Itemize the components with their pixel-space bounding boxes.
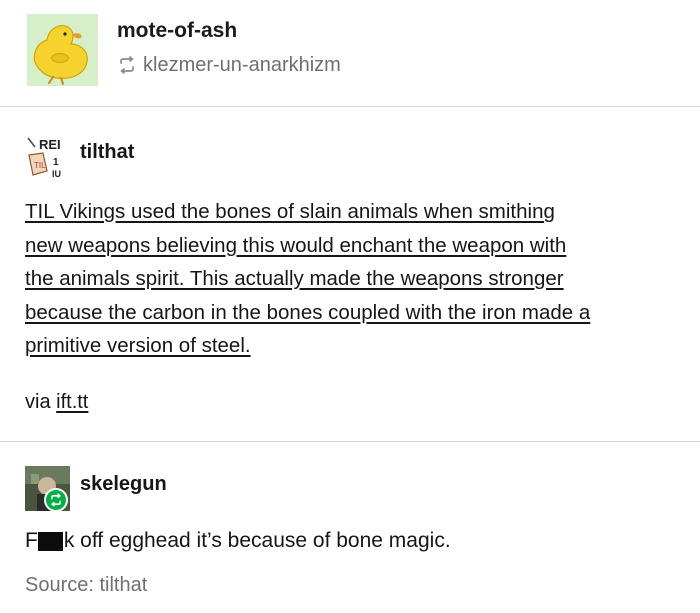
reblogged-from-username[interactable]: klezmer-un-anarkhizm [143,53,341,77]
post-header: mote-of-ash klezmer-un-anarkhizm [0,0,700,106]
til-text-line[interactable]: primitive version of steel. [25,334,251,357]
skelegun-avatar-wrapper[interactable] [25,466,70,512]
til-text-line[interactable]: the animals spirit. This actually made t… [25,267,564,290]
til-text-line[interactable]: TIL Vikings used the bones of slain anim… [25,200,555,223]
skelegun-comment[interactable]: Fk off egghead it’s because of bone magi… [25,528,451,554]
svg-text:REI: REI [39,137,61,152]
til-text-line[interactable]: because the carbon in the bones coupled … [25,301,590,324]
yellow-duck-avatar[interactable] [27,14,98,86]
til-post-text[interactable]: TIL Vikings used the bones of slain anim… [25,195,665,363]
til-text-line[interactable]: new weapons believing this would enchant… [25,234,566,257]
svg-text:1: 1 [53,157,59,168]
tilthat-username[interactable]: tilthat [80,140,134,164]
source-attribution[interactable]: Source: tilthat [25,572,147,598]
post-author-username[interactable]: mote-of-ash [117,18,237,44]
comment-text: k off egghead it’s because of bone magic… [63,529,451,552]
via-attribution: via ift.tt [25,389,88,415]
reblog-attribution: klezmer-un-anarkhizm [117,52,341,78]
censor-bar [37,531,63,551]
reblog-icon [117,55,137,75]
reblog-badge-icon [44,488,68,512]
via-label: via [25,391,51,413]
svg-text:TIL: TIL [34,161,46,170]
via-link[interactable]: ift.tt [56,391,88,413]
reblog-divider [0,441,700,442]
post-divider [0,106,700,107]
svg-text:IU: IU [52,169,61,179]
skelegun-username[interactable]: skelegun [80,472,167,496]
til-logo-avatar[interactable]: REI TIL 1 IU [25,135,70,180]
comment-initial: F [25,529,38,552]
